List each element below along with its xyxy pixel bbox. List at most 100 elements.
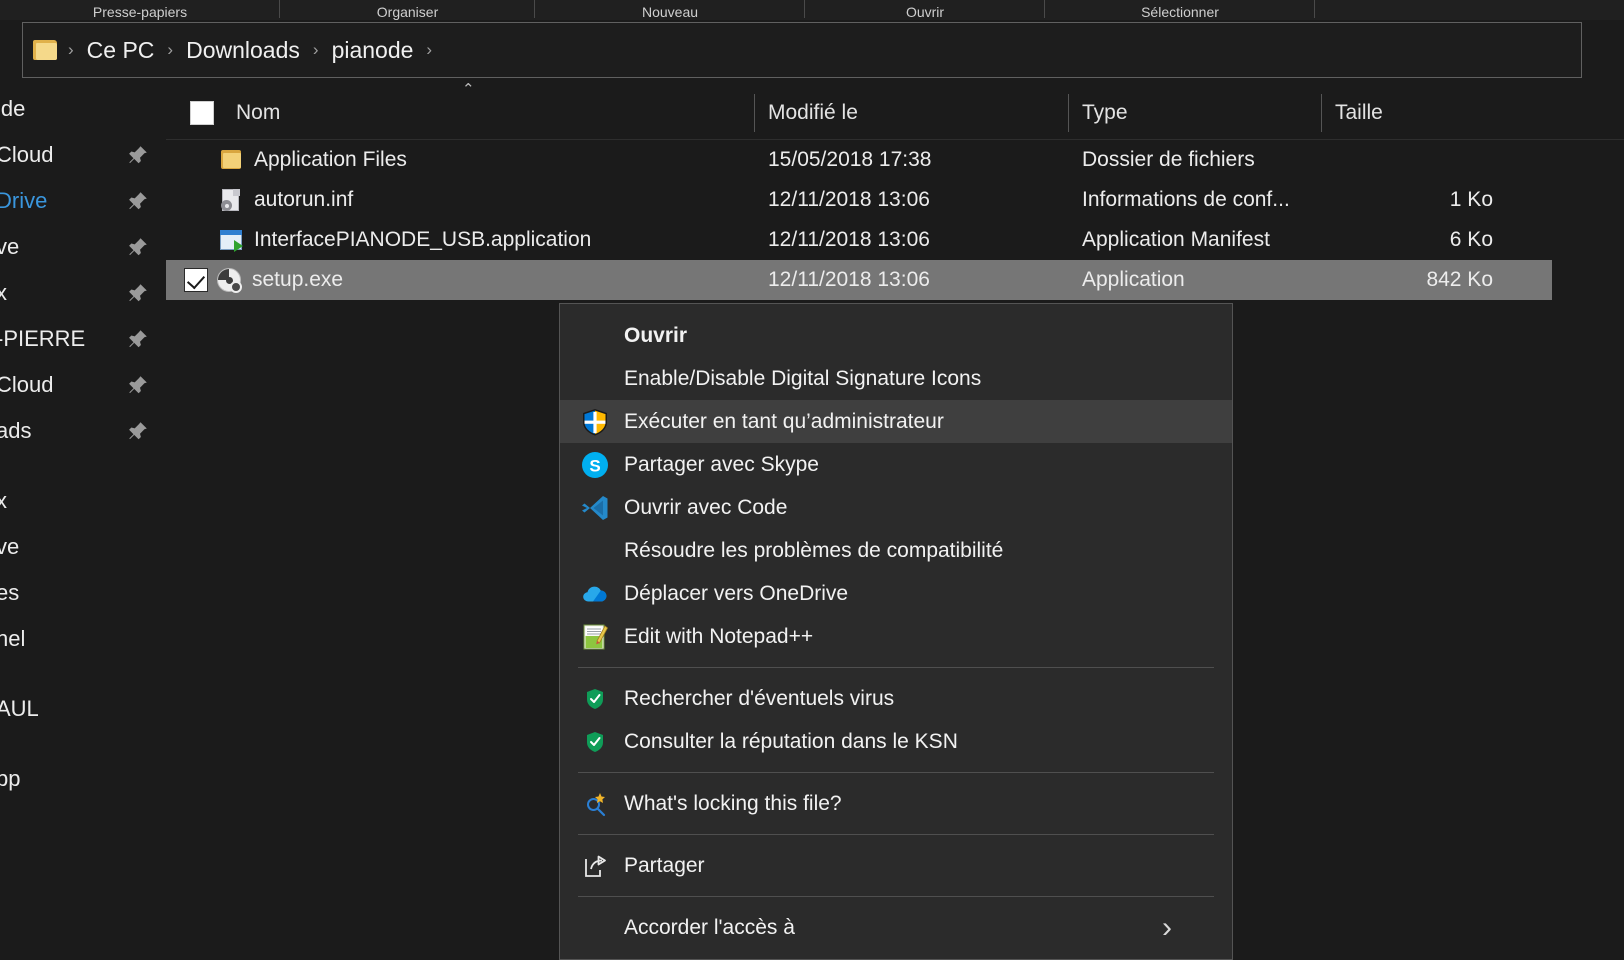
sidebar-item-13[interactable]: pp <box>0 756 165 802</box>
row-checkbox-placeholder <box>184 148 210 172</box>
sidebar-item-6[interactable]: Cloud <box>0 362 165 408</box>
menu-item-label: Partager <box>624 853 705 877</box>
pin-icon[interactable] <box>127 420 149 442</box>
ribbon-group-0: Presse-papiers <box>0 0 280 20</box>
sidebar-item-label: AUL <box>0 696 39 721</box>
menu-item-label: What's locking this file? <box>624 791 842 815</box>
select-all-checkbox[interactable] <box>190 101 214 125</box>
inf-file-icon <box>218 187 244 213</box>
sidebar-item-1[interactable]: Cloud <box>0 132 165 178</box>
column-header-size-label: Taille <box>1335 101 1383 124</box>
pin-icon[interactable] <box>127 282 149 304</box>
menu-item-12[interactable]: What's locking this file? <box>560 782 1232 825</box>
address-bar[interactable]: › Ce PC › Downloads › pianode › <box>22 22 1582 78</box>
ribbon-group-label: Ouvrir <box>905 4 945 20</box>
cell-type: Informations de conf... <box>1082 188 1290 211</box>
table-row[interactable]: Application Files 15/05/2018 17:38 Dossier… <box>166 140 1624 180</box>
column-divider[interactable] <box>1321 94 1322 132</box>
kaspersky-shield-icon <box>580 684 610 714</box>
sidebar-item-3[interactable]: ve <box>0 224 165 270</box>
menu-item-4[interactable]: Ouvrir avec Code <box>560 486 1232 529</box>
menu-item-3[interactable]: S Partager avec Skype <box>560 443 1232 486</box>
file-explorer-window: Presse-papiers Organiser Nouveau Ouvrir Séle… <box>0 0 1624 960</box>
cell-modified: 12/11/2018 13:06 <box>768 188 930 211</box>
share-icon <box>580 851 610 881</box>
sidebar-item-label: ve <box>0 234 20 259</box>
sidebar-item-4[interactable]: x <box>0 270 165 316</box>
menu-item-6[interactable]: Déplacer vers OneDrive <box>560 572 1232 615</box>
menu-item-no-icon <box>580 536 610 566</box>
pin-icon[interactable] <box>127 328 149 350</box>
menu-item-14[interactable]: Partager <box>560 844 1232 887</box>
cell-name[interactable]: autorun.inf <box>166 180 353 220</box>
column-header-size[interactable]: Taille <box>1323 86 1503 140</box>
pin-icon[interactable] <box>127 236 149 258</box>
cell-name[interactable]: Application Files <box>166 140 407 180</box>
file-name-label: autorun.inf <box>254 188 354 211</box>
lock-hunter-icon <box>580 789 610 819</box>
sidebar-item-9[interactable]: ve <box>0 524 165 570</box>
menu-item-5[interactable]: Résoudre les problèmes de compatibilité <box>560 529 1232 572</box>
setup-disc-icon <box>216 267 242 293</box>
column-divider[interactable] <box>754 94 755 132</box>
ribbon-group-label: Sélectionner <box>1141 4 1219 20</box>
sidebar-item-label: -PIERRE <box>0 326 86 351</box>
sidebar-item-7[interactable]: ads <box>0 408 165 454</box>
chevron-right-icon[interactable]: › <box>1162 912 1172 943</box>
folder-icon <box>33 39 59 61</box>
table-row[interactable]: setup.exe 12/11/2018 13:06 Application 842 … <box>166 260 1552 300</box>
sidebar-item-10[interactable]: es <box>0 570 165 616</box>
pin-icon[interactable] <box>127 190 149 212</box>
row-checkbox[interactable] <box>184 268 208 292</box>
sidebar-item-12[interactable]: AUL <box>0 686 165 732</box>
menu-item-label: Résoudre les problèmes de compatibilité <box>624 538 1004 562</box>
sidebar-item-0[interactable]: ide <box>0 86 165 132</box>
menu-item-0[interactable]: Ouvrir <box>560 314 1232 357</box>
breadcrumb-item-downloads[interactable]: Downloads <box>182 37 304 64</box>
cell-size: 842 Ko <box>1426 268 1493 291</box>
chevron-right-icon: › <box>68 40 74 59</box>
menu-item-9[interactable]: Rechercher d'éventuels virus <box>560 677 1232 720</box>
context-menu[interactable]: Ouvrir Enable/Disable Digital Signature I… <box>559 303 1233 960</box>
nav-group-gap <box>0 662 165 686</box>
chevron-right-icon[interactable]: › <box>417 40 441 60</box>
sidebar-item-label: Drive <box>0 188 48 213</box>
sidebar-item-5[interactable]: -PIERRE <box>0 316 165 362</box>
menu-item-16[interactable]: Accorder l'accès à › <box>560 906 1232 949</box>
table-row[interactable]: autorun.inf 12/11/2018 13:06 Informations … <box>166 180 1624 220</box>
chevron-right-icon[interactable]: › <box>158 40 182 60</box>
cell-name[interactable]: setup.exe <box>166 260 343 300</box>
pin-icon[interactable] <box>127 374 149 396</box>
menu-item-7[interactable]: Edit with Notepad++ <box>560 615 1232 658</box>
breadcrumb-item-ce-pc[interactable]: Ce PC <box>83 37 159 64</box>
sidebar-item-label: ve <box>0 534 20 559</box>
chevron-right-icon[interactable]: › <box>304 40 328 60</box>
menu-item-2[interactable]: Exécuter en tant qu’administrateur <box>560 400 1232 443</box>
navigation-pane[interactable]: ide Cloud Drive ve x -PIERRE Cloud ads x ve es nel A… <box>0 86 165 950</box>
ribbon-group-label: Nouveau <box>641 4 699 20</box>
column-header-name[interactable]: Nom <box>166 86 755 140</box>
column-header-modified[interactable]: Modifié le <box>756 86 1069 140</box>
column-divider[interactable] <box>1068 94 1069 132</box>
application-manifest-icon <box>218 227 244 253</box>
table-row[interactable]: InterfacePIANODE_USB.application 12/11/20… <box>166 220 1624 260</box>
row-checkbox-placeholder <box>184 228 210 252</box>
cell-modified: 12/11/2018 13:06 <box>768 228 930 251</box>
ribbon-group-2: Nouveau <box>535 0 805 20</box>
menu-item-10[interactable]: Consulter la réputation dans le KSN <box>560 720 1232 763</box>
breadcrumb-item-pianode[interactable]: pianode <box>328 37 418 64</box>
menu-item-1[interactable]: Enable/Disable Digital Signature Icons <box>560 357 1232 400</box>
sidebar-item-8[interactable]: x <box>0 478 165 524</box>
column-header-type-label: Type <box>1082 101 1128 124</box>
sidebar-item-2[interactable]: Drive <box>0 178 165 224</box>
menu-item-label: Ouvrir <box>624 323 688 347</box>
menu-item-no-icon <box>580 321 610 351</box>
file-name-label: Application Files <box>254 148 407 171</box>
ribbon-group-4: Sélectionner <box>1045 0 1315 20</box>
menu-separator <box>578 772 1214 773</box>
vscode-icon <box>580 493 610 523</box>
column-header-type[interactable]: Type <box>1070 86 1322 140</box>
pin-icon[interactable] <box>127 144 149 166</box>
sidebar-item-11[interactable]: nel <box>0 616 165 662</box>
cell-name[interactable]: InterfacePIANODE_USB.application <box>166 220 591 260</box>
